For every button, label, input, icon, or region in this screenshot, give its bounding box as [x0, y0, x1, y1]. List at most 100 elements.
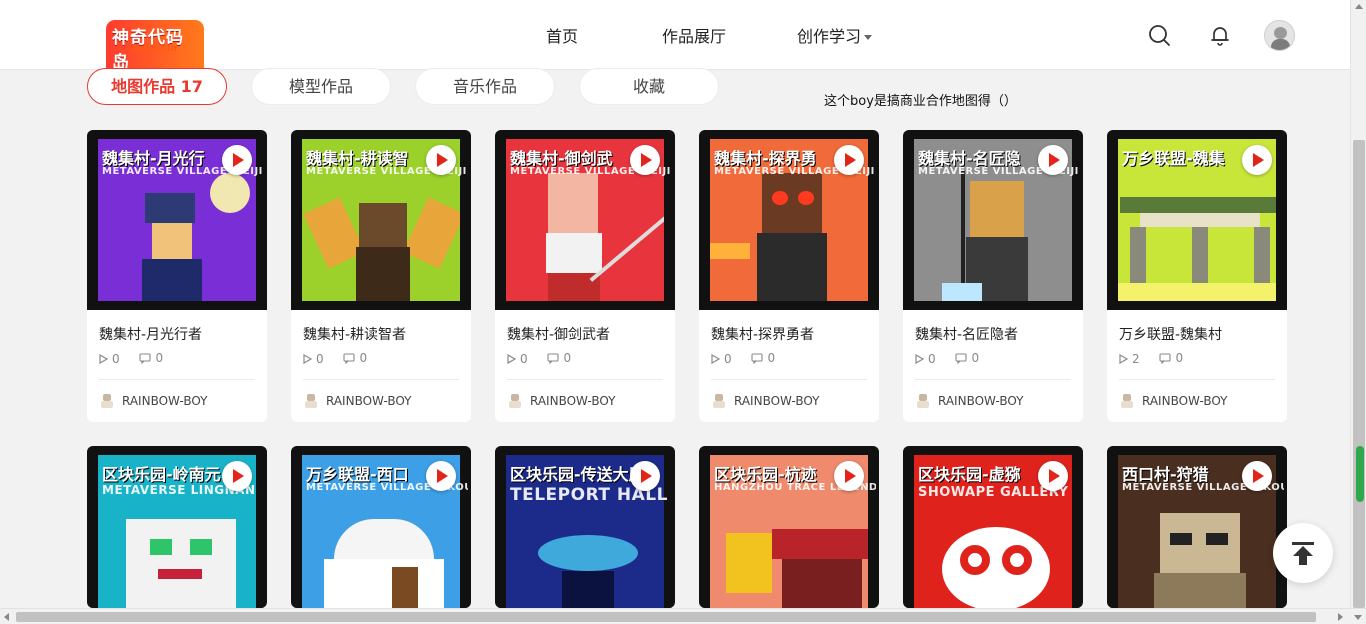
tab-map-works[interactable]: 地图作品 17	[87, 68, 227, 105]
play-icon[interactable]	[222, 461, 252, 491]
author-avatar	[509, 394, 521, 408]
work-card[interactable]: 魏集村-月光行 METAVERSE VILLAGE-WEIJI 魏集村-月光行者…	[87, 130, 267, 422]
thumb-title: 区块乐园-虚猕	[918, 465, 1021, 484]
card-stats: 0 0	[711, 351, 791, 367]
scroll-right-icon[interactable]	[1338, 613, 1343, 621]
play-count: 0	[112, 351, 120, 366]
horizontal-scroll-thumb[interactable]	[16, 612, 1316, 622]
work-card[interactable]: 魏集村-名匠隐 METAVERSE VILLAGE-WEIJI 魏集村-名匠隐者…	[903, 130, 1083, 422]
avatar-head-shape	[1274, 27, 1287, 39]
card-author[interactable]: RAINBOW-BOY	[713, 394, 819, 408]
bell-icon[interactable]	[1208, 23, 1232, 47]
play-icon[interactable]	[1038, 145, 1068, 175]
comment-icon	[343, 352, 356, 364]
author-name: RAINBOW-BOY	[938, 394, 1024, 408]
back-to-top-button[interactable]	[1273, 523, 1333, 583]
tab-favorites[interactable]: 收藏	[579, 68, 719, 105]
author-avatar	[1121, 394, 1133, 408]
vertical-scrollbar[interactable]	[1350, 0, 1366, 608]
card-title: 魏集村-探界勇者	[711, 327, 815, 343]
work-thumbnail: 魏集村-探界勇 METAVERSE VILLAGE-WEIJI	[699, 130, 879, 310]
card-author[interactable]: RAINBOW-BOY	[101, 394, 207, 408]
play-icon[interactable]	[834, 461, 864, 491]
nav-learn-label: 创作学习	[797, 27, 862, 46]
scroll-left-icon[interactable]	[4, 613, 9, 621]
comment-count: 0	[971, 351, 980, 365]
work-card[interactable]: 区块乐园-岭南元 METAVERSE LINGNAN	[87, 446, 267, 608]
logo-subtext: box3.fun	[132, 44, 177, 54]
play-icon[interactable]	[426, 145, 456, 175]
scroll-down-icon[interactable]	[1354, 615, 1362, 620]
card-divider	[507, 379, 663, 380]
comment-count: 0	[359, 351, 368, 365]
comment-icon	[547, 352, 560, 364]
tab-model-works[interactable]: 模型作品	[251, 68, 391, 105]
work-card[interactable]: 万乡联盟-魏集 万乡联盟-魏集村 2 0 RAINBOW-BOY	[1107, 130, 1287, 422]
search-icon[interactable]	[1147, 23, 1171, 47]
vertical-scroll-thumb[interactable]	[1353, 140, 1365, 608]
play-count-icon	[711, 353, 720, 364]
thumb-title: 万乡联盟-魏集	[1122, 149, 1225, 168]
play-icon[interactable]	[834, 145, 864, 175]
play-icon[interactable]	[1038, 461, 1068, 491]
nav-gallery[interactable]: 作品展厅	[662, 23, 726, 47]
card-stats: 2 0	[1119, 351, 1199, 367]
work-card[interactable]: 万乡联盟-西口 METAVERSE VILLAGE-XIKOU	[291, 446, 471, 608]
nav-home[interactable]: 首页	[546, 23, 578, 47]
card-stats: 0 0	[915, 351, 995, 367]
card-title: 万乡联盟-魏集村	[1119, 327, 1223, 343]
play-icon[interactable]	[630, 145, 660, 175]
work-thumbnail: 魏集村-御剑武 METAVERSE VILLAGE-WEIJI	[495, 130, 675, 310]
play-count-icon	[99, 353, 108, 364]
work-card[interactable]: 魏集村-耕读智 METAVERSE VILLAGE-WEIJI 魏集村-耕读智者…	[291, 130, 471, 422]
tab-music-works[interactable]: 音乐作品	[415, 68, 555, 105]
card-author[interactable]: RAINBOW-BOY	[917, 394, 1023, 408]
work-card[interactable]: 魏集村-探界勇 METAVERSE VILLAGE-WEIJI 魏集村-探界勇者…	[699, 130, 879, 422]
work-thumbnail: 区块乐园-杭迹 HANGZHOU TRACE LEGEND	[699, 446, 879, 608]
play-count: 2	[1132, 351, 1140, 366]
card-author[interactable]: RAINBOW-BOY	[305, 394, 411, 408]
card-author[interactable]: RAINBOW-BOY	[509, 394, 615, 408]
work-card[interactable]: 区块乐园-杭迹 HANGZHOU TRACE LEGEND	[699, 446, 879, 608]
work-thumbnail: 魏集村-月光行 METAVERSE VILLAGE-WEIJI	[87, 130, 267, 310]
card-author[interactable]: RAINBOW-BOY	[1121, 394, 1227, 408]
play-count: 0	[520, 351, 528, 366]
work-card[interactable]: 西口村-狩猎 METAVERSE VILLAGE-XIKOU	[1107, 446, 1287, 608]
work-card[interactable]: 魏集村-御剑武 METAVERSE VILLAGE-WEIJI 魏集村-御剑武者…	[495, 130, 675, 422]
play-icon[interactable]	[630, 461, 660, 491]
card-divider	[303, 379, 459, 380]
card-title: 魏集村-名匠隐者	[915, 327, 1019, 343]
card-title: 魏集村-耕读智者	[303, 327, 407, 343]
user-avatar[interactable]	[1264, 20, 1295, 51]
top-header: 神奇代码岛 box3.fun 首页 作品展厅 创作学习	[0, 0, 1350, 76]
play-count-icon	[303, 353, 312, 364]
scroll-up-icon[interactable]	[1355, 4, 1363, 9]
work-card[interactable]: 区块乐园-虚猕 SHOWAPE GALLERY	[903, 446, 1083, 608]
card-divider	[915, 379, 1071, 380]
play-count: 0	[724, 351, 732, 366]
arrow-up-icon	[1292, 542, 1314, 565]
comment-count: 0	[767, 351, 776, 365]
scroll-indicator	[1356, 446, 1364, 502]
author-avatar	[305, 394, 317, 408]
play-icon[interactable]	[1242, 145, 1272, 175]
work-thumbnail: 区块乐园-岭南元 METAVERSE LINGNAN	[87, 446, 267, 608]
nav-learn[interactable]: 创作学习	[797, 23, 873, 47]
work-thumbnail: 区块乐园-虚猕 SHOWAPE GALLERY	[903, 446, 1083, 608]
user-bio: 这个boy是搞商业合作地图得（）	[824, 94, 1017, 109]
play-icon[interactable]	[1242, 461, 1272, 491]
work-card[interactable]: 区块乐园-传送大厅 TELEPORT HALL	[495, 446, 675, 608]
work-thumbnail: 西口村-狩猎 METAVERSE VILLAGE-XIKOU	[1107, 446, 1287, 608]
work-thumbnail: 区块乐园-传送大厅 TELEPORT HALL	[495, 446, 675, 608]
horizontal-scrollbar[interactable]	[0, 608, 1366, 624]
chevron-down-icon	[864, 35, 873, 40]
comment-icon	[139, 352, 152, 364]
play-icon[interactable]	[426, 461, 456, 491]
card-stats: 0 0	[303, 351, 383, 367]
thumb-title: 区块乐园-岭南元	[102, 465, 221, 484]
site-logo[interactable]: 神奇代码岛 box3.fun	[106, 20, 204, 76]
play-count-icon	[507, 353, 516, 364]
play-icon[interactable]	[222, 145, 252, 175]
work-thumbnail: 万乡联盟-魏集	[1107, 130, 1287, 310]
comment-icon	[1159, 352, 1172, 364]
